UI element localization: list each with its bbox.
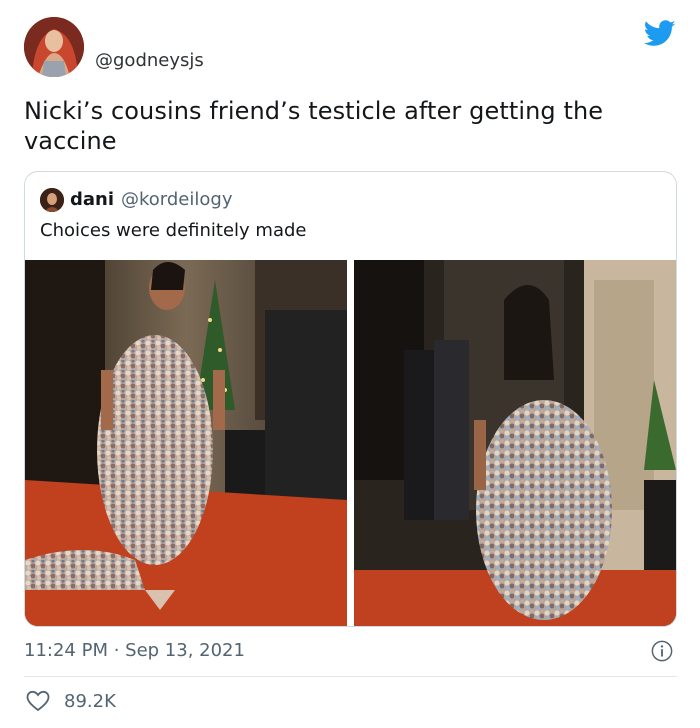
author-avatar[interactable] [24, 17, 84, 77]
info-icon[interactable] [651, 640, 673, 662]
photo-sequined-gown-back [354, 260, 676, 626]
avatar-image [24, 17, 84, 77]
quoted-photo-2[interactable] [354, 260, 676, 626]
quoted-author-handle[interactable]: @kordeilogy [121, 189, 232, 211]
quoted-avatar-image [40, 188, 64, 212]
quoted-tweet[interactable]: dani @kordeilogy Choices were definitely… [24, 171, 677, 627]
quoted-author-name[interactable]: dani [70, 189, 114, 211]
twitter-bird-icon[interactable] [644, 20, 676, 47]
quoted-author-avatar[interactable] [40, 188, 64, 212]
author-handle[interactable]: @godneysjs [95, 50, 204, 72]
heart-icon[interactable] [26, 690, 50, 712]
tweet-card: @godneysjs Nicki’s cousins friend’s test… [0, 0, 700, 728]
photo-sequined-gown-front [25, 260, 347, 626]
tweet-timestamp[interactable]: 11:24 PM · Sep 13, 2021 [24, 640, 245, 662]
quoted-tweet-text: Choices were definitely made [40, 220, 307, 241]
quoted-photo-1[interactable] [25, 260, 347, 626]
divider [24, 676, 677, 677]
like-count[interactable]: 89.2K [64, 691, 116, 713]
tweet-text: Nicki’s cousins friend’s testicle after … [24, 97, 604, 155]
